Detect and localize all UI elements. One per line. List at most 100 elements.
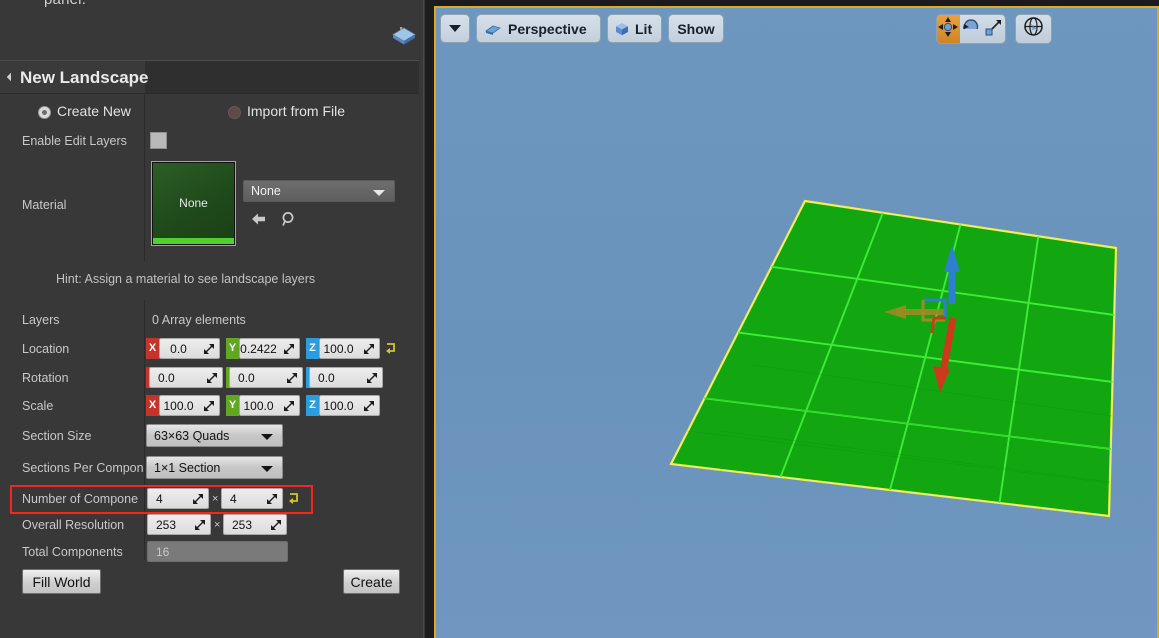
globe-icon [1023,16,1044,42]
column-divider [144,300,145,560]
viewport-scene [669,199,1118,518]
scale-z-value: 100.0 [323,399,354,413]
chevron-down-icon [373,190,385,196]
axis-tag-scale-z: Z [306,395,319,416]
label-overall-resolution: Overall Resolution [22,518,125,532]
overall-resolution-x-field[interactable]: 253 [147,514,211,535]
total-components-value: 16 [156,545,170,559]
location-z-field[interactable]: 100.0 [319,338,380,359]
overall-resolution-y-field[interactable]: 253 [223,514,287,535]
move-tool-button[interactable] [937,15,960,43]
location-x-value: 0.0 [170,342,187,356]
viewport-top-strip [434,0,1159,7]
radio-dot-import-icon [228,106,241,119]
label-number-of-components: Number of Compone [22,492,139,506]
level-viewport[interactable]: Perspective Lit Show [434,0,1159,638]
viewport-options-menu-button[interactable] [440,14,470,43]
drag-handle-icon [287,373,297,383]
label-layers: Layers [22,313,60,327]
reset-number-of-components-button[interactable] [287,491,301,505]
axis-tag-scale-x: X [146,395,159,416]
rotation-z-value: 0.0 [318,371,335,385]
location-y-value: 0.2422 [240,342,277,356]
drag-handle-icon [364,344,374,354]
scale-x-value: 100.0 [163,399,194,413]
checkbox-enable-edit-layers[interactable] [150,132,167,149]
use-selected-asset-button[interactable] [249,210,269,228]
material-thumbnail-label: None [179,196,208,210]
label-section-size: Section Size [22,429,92,443]
location-z-value: 100.0 [323,342,354,356]
number-of-components-y-field[interactable]: 4 [221,488,283,509]
section-size-combo[interactable]: 63×63 Quads [146,424,283,447]
drag-handle-icon [267,494,277,504]
radio-label-create-new: Create New [57,103,131,119]
column-divider [144,94,145,136]
rotation-x-field[interactable]: 0.0 [149,367,223,388]
chevron-down-icon [261,466,273,472]
create-button[interactable]: Create [343,569,400,594]
label-rotation: Rotation [22,371,69,385]
number-of-components-y-value: 4 [230,492,237,506]
drag-handle-icon [367,373,377,383]
rotation-y-field[interactable]: 0.0 [229,367,303,388]
fill-world-button[interactable]: Fill World [22,569,101,594]
landscape-mesh [669,199,1118,518]
chevron-down-icon [261,434,273,440]
drag-handle-icon [204,344,214,354]
landscape-editor-screen: panel. New Landscape Create New Import f… [0,0,1159,638]
scale-y-field[interactable]: 100.0 [239,395,300,416]
transform-tools-group[interactable] [936,14,1006,44]
label-sections-per-component: Sections Per Compon [22,461,144,475]
drag-handle-icon [364,401,374,411]
material-combo-value: None [251,184,281,198]
scale-z-field[interactable]: 100.0 [319,395,380,416]
column-divider [144,136,145,261]
lighting-mode-button[interactable]: Lit [607,14,662,43]
material-hint-text: Hint: Assign a material to see landscape… [56,272,316,286]
chevron-down-icon [449,25,461,32]
clipped-help-text: panel. [44,0,86,8]
components-multiply-symbol: × [212,493,219,505]
browse-asset-button[interactable] [279,210,299,228]
drag-handle-icon [204,401,214,411]
panel-right-divider [423,0,424,638]
perspective-camera-icon [484,22,502,36]
rotation-z-field[interactable]: 0.0 [309,367,383,388]
rotate-tool-button[interactable] [960,15,983,43]
reset-location-button[interactable] [384,341,398,355]
coordinate-system-button[interactable] [1015,14,1052,44]
landscape-tool-icon[interactable] [392,26,416,48]
total-components-field: 16 [147,541,288,562]
axis-tag-location-x: X [146,338,159,359]
radio-label-import-from-file: Import from File [247,103,346,119]
number-of-components-x-field[interactable]: 4 [147,488,209,509]
category-header-new-landscape[interactable]: New Landscape [0,60,425,94]
drag-handle-icon [284,401,294,411]
material-thumbnail-accent-bar [153,238,234,244]
move-gizmo-icon [937,16,959,43]
location-x-field[interactable]: 0.0 [159,338,220,359]
resolution-multiply-symbol: × [214,519,221,531]
label-material: Material [22,198,67,212]
axis-tag-location-y: Y [226,338,239,359]
label-enable-edit-layers: Enable Edit Layers [22,134,127,148]
drag-handle-icon [284,344,294,354]
material-asset-combo[interactable]: None [243,180,395,202]
axis-tag-scale-y: Y [226,395,239,416]
location-y-field[interactable]: 0.2422 [239,338,300,359]
show-menu-button[interactable]: Show [668,14,724,43]
view-mode-label: Perspective [508,20,587,37]
material-thumbnail[interactable]: None [151,161,236,246]
new-landscape-details-panel: panel. New Landscape Create New Import f… [0,0,425,638]
drag-handle-icon [207,373,217,383]
label-location: Location [22,342,70,356]
sections-per-component-combo[interactable]: 1×1 Section [146,456,283,479]
scale-y-value: 100.0 [243,399,274,413]
label-scale: Scale [22,399,54,413]
scale-x-field[interactable]: 100.0 [159,395,220,416]
scale-tool-button[interactable] [982,15,1005,43]
section-size-value: 63×63 Quads [154,429,230,443]
view-mode-button[interactable]: Perspective [476,14,601,43]
label-total-components: Total Components [22,545,123,559]
